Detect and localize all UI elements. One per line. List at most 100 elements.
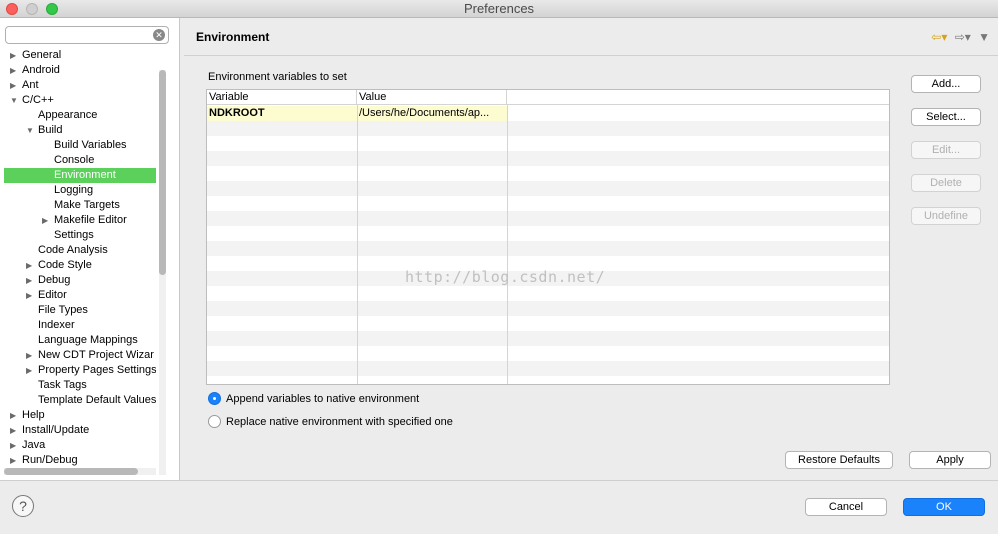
tree-item[interactable]: Language Mappings	[4, 333, 156, 348]
vertical-scroll-thumb[interactable]	[159, 70, 166, 275]
tree-item[interactable]: ▶ Java	[4, 438, 156, 453]
column-header-variable[interactable]: Variable	[207, 90, 357, 105]
collapsed-arrow-icon[interactable]: ▶	[10, 78, 20, 93]
tree-item[interactable]: ▶ Install/Update	[4, 423, 156, 438]
replace-radio[interactable]	[208, 415, 221, 428]
tree-item-label[interactable]: Makefile Editor	[54, 213, 127, 228]
collapsed-arrow-icon[interactable]: ▶	[10, 453, 20, 466]
tree-item-label[interactable]: C/C++	[22, 93, 54, 108]
tree-item[interactable]: ▶ Help	[4, 408, 156, 423]
tree-item[interactable]: File Types	[4, 303, 156, 318]
replace-radio-label[interactable]: Replace native environment with specifie…	[226, 414, 453, 430]
tree-item[interactable]: Task Tags	[4, 378, 156, 393]
tree-item[interactable]: Template Default Values	[4, 393, 156, 408]
tree-item-label[interactable]: Code Analysis	[38, 243, 108, 258]
tree-item-label[interactable]: Run/Debug	[22, 453, 78, 466]
tree-item[interactable]: ▶ New CDT Project Wizar	[4, 348, 156, 363]
tree-item[interactable]: ▶ General	[4, 48, 156, 63]
variable-cell[interactable]: NDKROOT	[207, 106, 357, 121]
collapsed-arrow-icon[interactable]: ▶	[10, 408, 20, 423]
tree-item[interactable]: Logging	[4, 183, 156, 198]
cancel-button[interactable]: Cancel	[805, 498, 887, 516]
collapsed-arrow-icon[interactable]: ▶	[10, 423, 20, 438]
clear-filter-icon[interactable]: ✕	[153, 29, 165, 41]
tree-item-label[interactable]: Android	[22, 63, 60, 78]
env-vars-table[interactable]: Variable Value NDKROOT/Users/he/Document…	[206, 89, 890, 385]
collapsed-arrow-icon[interactable]: ▶	[26, 258, 36, 273]
tree-item-label[interactable]: Make Targets	[54, 198, 120, 213]
tree-item[interactable]: ▶ Debug	[4, 273, 156, 288]
tree-item[interactable]: Build Variables	[4, 138, 156, 153]
collapsed-arrow-icon[interactable]: ▶	[26, 288, 36, 303]
tree-item[interactable]: ▶ Makefile Editor	[4, 213, 156, 228]
tree-item-label[interactable]: Environment	[54, 168, 116, 183]
collapsed-arrow-icon[interactable]: ▶	[10, 63, 20, 78]
forward-arrow-icon[interactable]: ⇨▾	[955, 30, 971, 44]
horizontal-scroll-thumb[interactable]	[4, 468, 138, 475]
tree-item-label[interactable]: General	[22, 48, 61, 63]
tree-item[interactable]: ▶ Run/Debug	[4, 453, 156, 466]
help-icon[interactable]: ?	[12, 495, 34, 517]
tree-horizontal-scrollbar[interactable]	[4, 468, 156, 475]
tree-item[interactable]: ▶ Code Style	[4, 258, 156, 273]
tree-item[interactable]: ▶ Editor	[4, 288, 156, 303]
tree-item[interactable]: Code Analysis	[4, 243, 156, 258]
tree-item-label[interactable]: Ant	[22, 78, 39, 93]
tree-item[interactable]: Console	[4, 153, 156, 168]
tree-item[interactable]: Settings	[4, 228, 156, 243]
undefine-button[interactable]: Undefine	[911, 207, 981, 225]
tree-item[interactable]: ▶ Android	[4, 63, 156, 78]
append-radio[interactable]	[208, 392, 221, 405]
collapsed-arrow-icon[interactable]: ▶	[10, 48, 20, 63]
tree-item-label[interactable]: Build Variables	[54, 138, 127, 153]
tree-item-label[interactable]: Java	[22, 438, 45, 453]
edit-button[interactable]: Edit...	[911, 141, 981, 159]
tree-item-label[interactable]: Logging	[54, 183, 93, 198]
collapsed-arrow-icon[interactable]: ▶	[10, 438, 20, 453]
tree-item[interactable]: ▼ Build	[4, 123, 156, 138]
tree-item-label[interactable]: Build	[38, 123, 62, 138]
tree-item-label[interactable]: Install/Update	[22, 423, 89, 438]
tree-item-label[interactable]: File Types	[38, 303, 88, 318]
collapsed-arrow-icon[interactable]: ▶	[26, 273, 36, 288]
collapsed-arrow-icon[interactable]: ▶	[42, 213, 52, 228]
delete-button[interactable]: Delete	[911, 174, 981, 192]
tree-item[interactable]: Make Targets	[4, 198, 156, 213]
view-menu-icon[interactable]: ▼	[978, 30, 990, 44]
tree-item-label[interactable]: New CDT Project Wizar	[38, 348, 154, 363]
tree-item-label[interactable]: Appearance	[38, 108, 97, 123]
tree-item-label[interactable]: Settings	[54, 228, 94, 243]
collapsed-arrow-icon[interactable]: ▶	[26, 363, 36, 378]
select-button[interactable]: Select...	[911, 108, 981, 126]
tree-item-label[interactable]: Debug	[38, 273, 70, 288]
expanded-arrow-icon[interactable]: ▼	[10, 93, 20, 108]
append-radio-label[interactable]: Append variables to native environment	[226, 391, 419, 407]
apply-button[interactable]: Apply	[909, 451, 991, 469]
value-cell[interactable]: /Users/he/Documents/ap...	[357, 106, 507, 121]
tree-item-label[interactable]: Indexer	[38, 318, 75, 333]
tree-item[interactable]: Environment	[4, 168, 156, 183]
tree-vertical-scrollbar[interactable]	[159, 70, 166, 475]
tree-item[interactable]: Appearance	[4, 108, 156, 123]
filter-field[interactable]: ✕	[5, 26, 169, 44]
tree-item-label[interactable]: Task Tags	[38, 378, 87, 393]
tree-item-label[interactable]: Code Style	[38, 258, 92, 273]
collapsed-arrow-icon[interactable]: ▶	[26, 348, 36, 363]
add-button[interactable]: Add...	[911, 75, 981, 93]
tree-item-label[interactable]: Language Mappings	[38, 333, 138, 348]
back-arrow-icon[interactable]: ⇦▾	[931, 30, 947, 44]
tree-item-label[interactable]: Console	[54, 153, 94, 168]
tree-item-label[interactable]: Template Default Values	[38, 393, 156, 408]
table-row[interactable]: NDKROOT/Users/he/Documents/ap...	[207, 106, 889, 121]
filter-input[interactable]	[10, 27, 150, 43]
tree-item[interactable]: ▶ Ant	[4, 78, 156, 93]
tree-item[interactable]: ▶ Property Pages Settings	[4, 363, 156, 378]
tree-item-label[interactable]: Editor	[38, 288, 67, 303]
tree-item-label[interactable]: Property Pages Settings	[38, 363, 156, 378]
tree-item-label[interactable]: Help	[22, 408, 45, 423]
tree-item[interactable]: Indexer	[4, 318, 156, 333]
restore-defaults-button[interactable]: Restore Defaults	[785, 451, 893, 469]
column-header-value[interactable]: Value	[357, 90, 507, 105]
tree-item[interactable]: ▼ C/C++	[4, 93, 156, 108]
ok-button[interactable]: OK	[903, 498, 985, 516]
